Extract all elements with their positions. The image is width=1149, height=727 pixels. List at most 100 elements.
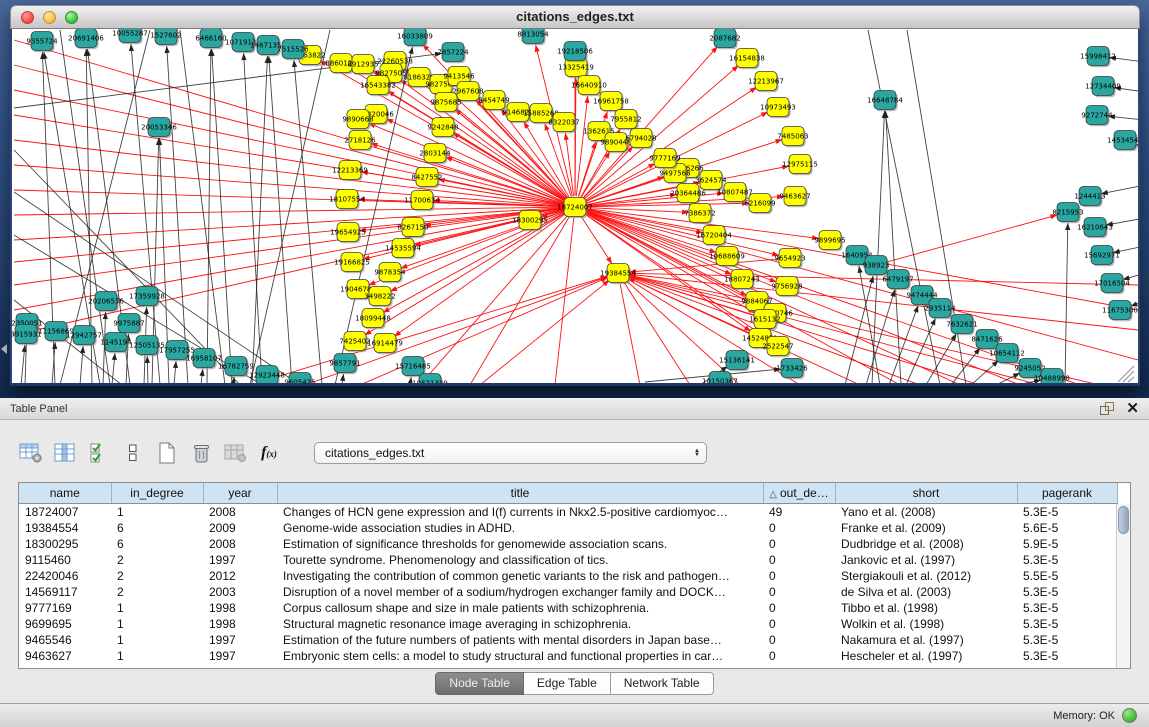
graph-edge-red[interactable] — [887, 215, 1058, 262]
graph-node[interactable]: 14535594 — [385, 239, 421, 260]
table-cell[interactable]: 5.9E-5 — [1017, 536, 1117, 552]
table-cell[interactable]: Wolkin et al. (1998) — [835, 616, 1017, 632]
close-button[interactable] — [21, 11, 34, 24]
table-cell[interactable]: 5.3E-5 — [1017, 616, 1117, 632]
table-cell[interactable]: 1 — [111, 504, 203, 521]
new-table-icon[interactable] — [154, 440, 180, 466]
tab-edge-table[interactable]: Edge Table — [524, 672, 611, 695]
graph-node[interactable]: 9878354 — [374, 263, 406, 284]
graph-node[interactable]: 12923448 — [249, 366, 285, 385]
graph-edge-black[interactable] — [244, 53, 262, 384]
table-cell[interactable]: 5.3E-5 — [1017, 504, 1117, 521]
graph-edge-red[interactable] — [624, 282, 690, 384]
table-cell[interactable]: Embryonic stem cells: a model to study s… — [277, 648, 763, 664]
graph-node[interactable]: 18107554 — [329, 190, 365, 211]
table-cell[interactable]: 0 — [763, 536, 835, 552]
network-window[interactable]: citations_edges.txt 18724007193845541830… — [10, 5, 1140, 386]
graph-node[interactable]: 2087682 — [709, 29, 740, 49]
graph-node[interactable]: 9756928 — [771, 277, 802, 298]
graph-node[interactable]: 17016504 — [1094, 274, 1130, 295]
column-chooser-icon[interactable] — [52, 440, 78, 466]
column-header-title[interactable]: title — [277, 483, 763, 504]
table-cell[interactable]: 18724007 — [19, 504, 111, 521]
row-selection-icon[interactable] — [86, 440, 112, 466]
table-cell[interactable]: 5.3E-5 — [1017, 648, 1117, 664]
graph-node[interactable]: 9355724 — [26, 32, 58, 53]
table-cell[interactable]: 0 — [763, 584, 835, 600]
minimize-button[interactable] — [43, 11, 56, 24]
graph-node[interactable]: 938923 — [863, 256, 890, 277]
table-cell[interactable]: Structural magnetic resonance image aver… — [277, 616, 763, 632]
graph-edge-red[interactable] — [586, 210, 780, 256]
table-cell[interactable]: 2 — [111, 568, 203, 584]
graph-edge-red[interactable] — [452, 133, 565, 202]
table-cell[interactable]: 6 — [111, 536, 203, 552]
table-cell[interactable]: 9463627 — [19, 648, 111, 664]
graph-edge-red[interactable] — [14, 65, 564, 204]
graph-node[interactable]: 8267150 — [397, 218, 428, 239]
import-table-icon[interactable] — [222, 440, 248, 466]
graph-node[interactable]: 6479197 — [882, 270, 913, 291]
graph-edge-red[interactable] — [14, 115, 564, 205]
graph-node[interactable]: 8813054 — [517, 29, 549, 45]
table-scrollbar[interactable] — [1116, 504, 1130, 668]
table-row[interactable]: 946554611997Estimation of the future num… — [19, 632, 1117, 648]
graph-node[interactable]: 9857791 — [329, 354, 360, 375]
delete-table-icon[interactable] — [188, 440, 214, 466]
graph-edge-red[interactable] — [14, 190, 564, 207]
graph-node[interactable]: 2522547 — [762, 337, 793, 358]
column-header-in_degree[interactable]: in_degree — [111, 483, 203, 504]
graph-node[interactable]: 14534540 — [1107, 131, 1138, 152]
function-builder-icon[interactable]: f(x) — [256, 440, 282, 466]
table-cell[interactable]: 0 — [763, 520, 835, 536]
graph-edge-red[interactable] — [555, 218, 574, 384]
graph-node[interactable]: 1615132 — [749, 310, 780, 331]
table-cell[interactable]: 5.3E-5 — [1017, 600, 1117, 616]
network-graph[interactable]: 1872400719384554183002957963822886012889… — [12, 29, 1138, 384]
table-cell[interactable]: 0 — [763, 632, 835, 648]
graph-node[interactable]: 7515526 — [277, 40, 309, 61]
graph-node[interactable]: 9975887 — [113, 314, 144, 335]
graph-edge-black[interactable] — [207, 49, 211, 384]
graph-node[interactable]: 1244413 — [1074, 187, 1105, 208]
graph-edge-red[interactable] — [565, 133, 573, 196]
table-row[interactable]: 1872400712008Changes of HCN gene express… — [19, 504, 1117, 521]
graph-node[interactable]: 7857224 — [437, 43, 469, 64]
network-window-titlebar[interactable]: citations_edges.txt — [10, 5, 1140, 29]
table-cell[interactable]: 1998 — [203, 600, 277, 616]
graph-node[interactable]: 16914479 — [367, 334, 403, 355]
graph-node[interactable]: 9899695 — [814, 231, 845, 252]
table-cell[interactable]: 2 — [111, 552, 203, 568]
table-cell[interactable]: Franke et al. (2009) — [835, 520, 1017, 536]
resize-grip-icon[interactable] — [1118, 366, 1134, 382]
graph-edge-red[interactable] — [14, 209, 564, 335]
table-cell[interactable]: 9777169 — [19, 600, 111, 616]
table-cell[interactable]: Stergiakouli et al. (2012) — [835, 568, 1017, 584]
table-cell[interactable]: Corpus callosum shape and size in male p… — [277, 600, 763, 616]
graph-node[interactable]: 15692971 — [1084, 246, 1120, 267]
graph-edge-red[interactable] — [420, 215, 568, 384]
table-cell[interactable]: 19384554 — [19, 520, 111, 536]
close-panel-icon[interactable]: ✕ — [1126, 402, 1139, 416]
table-cell[interactable]: 2 — [111, 584, 203, 600]
graph-node[interactable]: 2718126 — [344, 131, 376, 152]
graph-node[interactable]: 7386372 — [684, 204, 715, 225]
graph-node[interactable]: 19218506 — [557, 42, 593, 63]
table-cell[interactable]: 2003 — [203, 584, 277, 600]
graph-node[interactable]: 12734409 — [1085, 77, 1121, 98]
graph-node[interactable]: 12213369 — [332, 161, 368, 182]
column-header-out_de[interactable]: △out_de… — [763, 483, 835, 504]
table-cell[interactable]: 18300295 — [19, 536, 111, 552]
tab-node-table[interactable]: Node Table — [435, 672, 524, 695]
graph-node[interactable]: 9890668 — [342, 110, 373, 131]
table-selector-dropdown[interactable]: citations_edges.txt ▲▼ — [314, 442, 707, 464]
table-cell[interactable]: 9699695 — [19, 616, 111, 632]
table-cell[interactable]: 0 — [763, 648, 835, 664]
graph-node[interactable]: 6216099 — [744, 194, 775, 215]
graph-node[interactable]: 3915931 — [12, 325, 42, 346]
table-cell[interactable]: 5.5E-5 — [1017, 568, 1117, 584]
cell-layout-icon[interactable] — [120, 440, 146, 466]
table-row[interactable]: 2242004622012Investigating the contribut… — [19, 568, 1117, 584]
scrollbar-thumb[interactable] — [1118, 506, 1129, 534]
graph-node[interactable]: 3498222 — [364, 287, 395, 308]
